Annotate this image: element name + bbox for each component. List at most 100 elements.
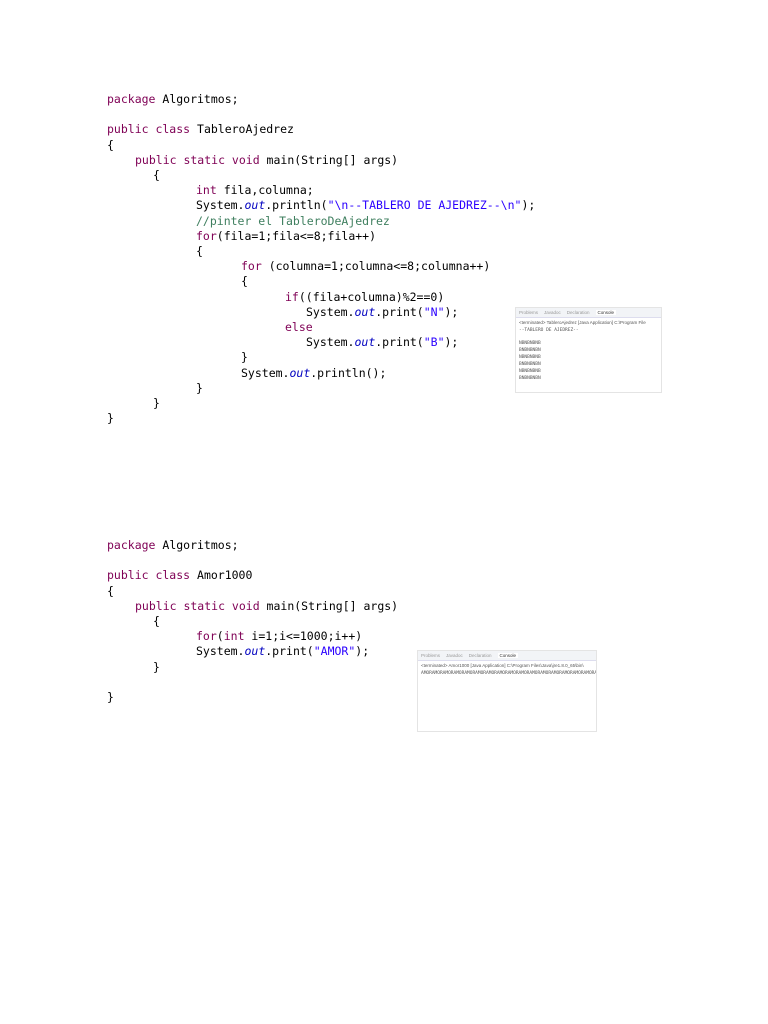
console-output-line: NBNBNBNB <box>519 355 541 360</box>
code-token: .print( <box>375 335 424 350</box>
code-token: package <box>107 92 156 106</box>
console-output-line: BNBNBNBN <box>519 362 541 367</box>
code-token: //pinter el TableroDeAjedrez <box>196 213 390 228</box>
tab-console: Console <box>595 310 617 315</box>
code-token: { <box>241 274 248 289</box>
code-line: //pinter el TableroDeAjedrez <box>196 214 390 229</box>
code-line: } <box>241 350 248 365</box>
tab-declaration: Declaration <box>566 310 590 315</box>
console-tabs: Problems Javadoc Declaration Console <box>516 308 661 318</box>
code-line: { <box>153 614 160 629</box>
code-token: out <box>244 644 266 659</box>
document-page: package Algoritmos; public class TableroA… <box>0 0 768 1024</box>
code-line: } <box>153 660 160 675</box>
code-token: { <box>107 583 114 598</box>
console-output-line: NBNBNBNB <box>519 369 541 374</box>
console-header: <terminated> TableroAjedrez [Java Applic… <box>519 320 646 325</box>
tab-problems: Problems <box>421 653 441 658</box>
code-token: ); <box>444 304 459 319</box>
console-output-line: BNBNBNBN <box>519 348 541 353</box>
console-tabs: Problems Javadoc Declaration Console <box>418 651 596 661</box>
console-output-line: NBNBNBNB <box>519 341 541 346</box>
code-token: fila,columna; <box>216 183 314 198</box>
code-line: for(int i=1;i<=1000;i++) <box>196 629 362 644</box>
code-token: (fila=1;fila<=8;fila++) <box>216 228 377 243</box>
code-token: public class <box>107 122 191 137</box>
code-token: } <box>153 396 160 410</box>
code-line: public class TableroAjedrez <box>107 122 294 137</box>
code-token: Algoritmos; <box>155 92 239 106</box>
console-header: <terminated> Amor1000 [Java Application]… <box>421 663 584 668</box>
code-token: public class <box>107 568 191 583</box>
code-token: ); <box>521 198 536 213</box>
console-screenshot-amor: Problems Javadoc Declaration Console <termin… <box>417 650 597 732</box>
code-line: } <box>153 396 160 411</box>
code-token: { <box>153 168 160 182</box>
code-token: if <box>285 289 299 304</box>
console-output-line: --TABLERO DE AJEDREZ-- <box>519 328 579 333</box>
code-token: { <box>107 137 114 152</box>
tab-console: Console <box>497 653 519 658</box>
console-output-line: AMORAMORAMORAMORAMORAMORAMORAMORAMORAMOR… <box>421 671 597 676</box>
code-token: "\n--TABLERO DE AJEDREZ--\n" <box>327 198 522 213</box>
code-token: for <box>196 228 217 243</box>
code-token: } <box>107 690 114 704</box>
code-token: System. <box>306 304 355 319</box>
code-token: main(String[] args) <box>259 598 399 613</box>
console-screenshot-tablero: Problems Javadoc Declaration Console <termin… <box>515 307 662 393</box>
code-token: } <box>196 380 203 395</box>
code-token: main(String[] args) <box>259 152 399 167</box>
code-token: { <box>153 614 160 628</box>
code-token: package <box>107 538 156 552</box>
code-line: System.out.print("N"); <box>306 305 458 320</box>
code-line: } <box>107 690 114 705</box>
code-token: ); <box>355 644 370 659</box>
code-line: if((fila+columna)%2==0) <box>285 290 444 305</box>
code-token: else <box>285 320 313 334</box>
code-token: out <box>354 304 376 319</box>
code-token: for <box>241 259 262 274</box>
code-line: int fila,columna; <box>196 183 314 198</box>
code-token: "AMOR" <box>313 644 356 659</box>
code-line: { <box>196 244 203 259</box>
code-token: System. <box>196 198 245 213</box>
code-line: { <box>107 584 114 599</box>
code-line: { <box>241 274 248 289</box>
code-token: out <box>244 198 266 213</box>
console-output-line: BNBNBNBN <box>519 376 541 381</box>
code-token: } <box>107 411 114 426</box>
code-token: } <box>241 350 248 365</box>
code-token: ); <box>444 335 459 350</box>
code-token: out <box>354 335 376 350</box>
tab-javadoc: Javadoc <box>544 310 561 315</box>
code-line: System.out.print("B"); <box>306 335 458 350</box>
code-line: for (columna=1;columna<=8;columna++) <box>241 259 490 274</box>
code-line: { <box>107 138 114 153</box>
code-token: out <box>289 365 311 380</box>
code-line: else <box>285 320 313 335</box>
code-token: .print( <box>265 644 314 659</box>
code-token: Algoritmos; <box>155 538 239 552</box>
code-token: (columna=1;columna<=8;columna++) <box>261 259 491 274</box>
code-line: } <box>196 381 203 396</box>
code-line: } <box>107 411 114 426</box>
code-line: public static void main(String[] args) <box>135 599 398 614</box>
code-token: } <box>153 659 160 674</box>
code-token: ( <box>216 629 224 644</box>
code-line: for(fila=1;fila<=8;fila++) <box>196 229 376 244</box>
code-token: int <box>223 629 245 644</box>
code-line: public static void main(String[] args) <box>135 153 398 168</box>
code-line: { <box>153 168 160 183</box>
tab-problems: Problems <box>519 310 539 315</box>
code-token: { <box>196 244 203 258</box>
code-line: package Algoritmos; <box>107 92 239 107</box>
code-line: System.out.print("AMOR"); <box>196 644 369 659</box>
code-token: System. <box>241 365 290 380</box>
code-token: .print( <box>375 304 424 319</box>
code-token: ((fila+columna)%2==0) <box>298 289 445 304</box>
code-line: System.out.println(); <box>241 366 386 381</box>
code-line: package Algoritmos; <box>107 538 239 553</box>
code-token: TableroAjedrez <box>190 122 294 137</box>
code-token: public static void <box>135 152 260 167</box>
tab-declaration: Declaration <box>468 653 492 658</box>
